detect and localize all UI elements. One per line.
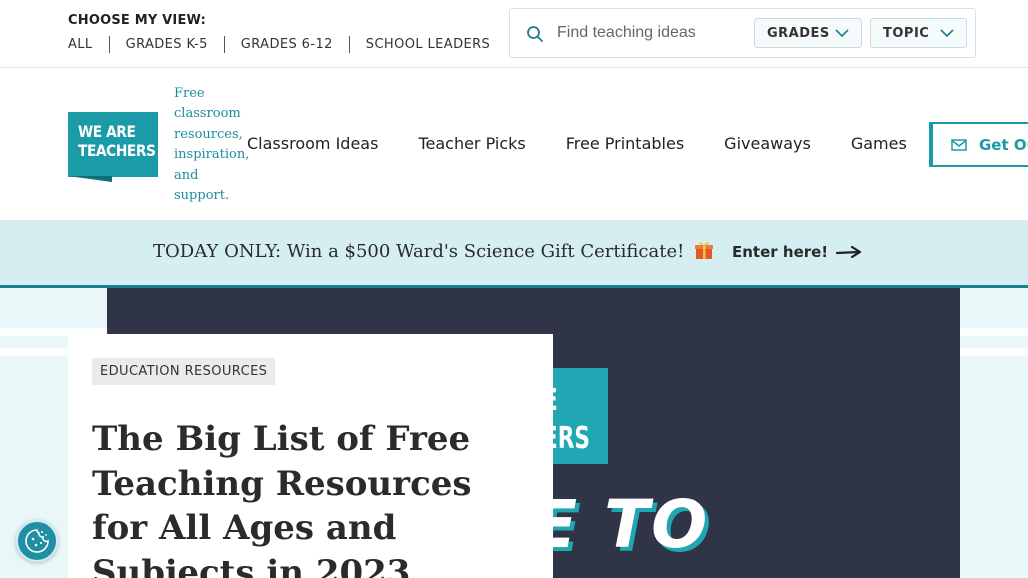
nav-item-games[interactable]: Games xyxy=(851,134,907,153)
logo-text: WE ARE TEACHERS xyxy=(78,122,156,160)
utility-bar: CHOOSE MY VIEW: ALL GRADES K-5 GRADES 6-… xyxy=(0,0,1028,68)
view-option-all[interactable]: ALL xyxy=(68,37,93,52)
grades-dropdown-label: GRADES xyxy=(767,25,830,41)
nav-item-teacher-picks[interactable]: Teacher Picks xyxy=(418,134,525,153)
nav-item-giveaways[interactable]: Giveaways xyxy=(724,134,811,153)
cookie-settings-button[interactable] xyxy=(16,520,58,562)
promo-banner: TODAY ONLY: Win a $500 Ward's Science Gi… xyxy=(0,221,1028,285)
article-title: The Big List of Free Teaching Resources … xyxy=(92,419,472,578)
divider xyxy=(223,36,225,53)
arrow-right-icon xyxy=(836,245,862,259)
nav-item-classroom-ideas[interactable]: Classroom Ideas xyxy=(247,134,378,153)
envelope-icon xyxy=(951,138,967,151)
chevron-down-icon xyxy=(940,29,954,38)
divider xyxy=(108,36,110,53)
view-option-school-leaders[interactable]: SCHOOL LEADERS xyxy=(366,37,490,52)
view-selector-label: CHOOSE MY VIEW: xyxy=(68,13,207,28)
search-input[interactable] xyxy=(557,20,747,46)
promo-enter-label: Enter here! xyxy=(732,243,829,261)
topic-dropdown[interactable]: TOPIC xyxy=(870,18,967,48)
grades-dropdown[interactable]: GRADES xyxy=(754,18,862,48)
hero-headline-graphic: E TO xyxy=(532,486,710,563)
chevron-down-icon xyxy=(835,29,849,38)
promo-text: TODAY ONLY: Win a $500 Ward's Science Gi… xyxy=(153,240,714,262)
view-selector: ALL GRADES K-5 GRADES 6-12 SCHOOL LEADER… xyxy=(68,36,490,53)
primary-nav-links: Classroom Ideas Teacher Picks Free Print… xyxy=(247,134,947,153)
main-navigation: WE ARE TEACHERS Free classroom resources… xyxy=(0,68,1028,221)
search-bar: GRADES TOPIC xyxy=(509,8,976,58)
topic-dropdown-label: TOPIC xyxy=(883,25,930,41)
gift-icon xyxy=(695,242,714,259)
nav-item-free-printables[interactable]: Free Printables xyxy=(566,134,684,153)
site-logo[interactable]: WE ARE TEACHERS xyxy=(68,112,158,177)
promo-enter-link[interactable]: Enter here! xyxy=(732,243,862,261)
site-tagline: Free classroom resources, inspiration, a… xyxy=(174,86,250,204)
view-option-grades-6-12[interactable]: GRADES 6-12 xyxy=(241,37,333,52)
cookie-icon xyxy=(25,529,49,553)
article-category-tag[interactable]: EDUCATION RESOURCES xyxy=(92,358,276,385)
newsletter-signup-label: Get Ou xyxy=(979,135,1028,154)
divider xyxy=(348,36,350,53)
view-option-grades-k5[interactable]: GRADES K-5 xyxy=(126,37,208,52)
logo-swoosh xyxy=(68,176,112,182)
search-icon[interactable] xyxy=(526,25,544,43)
newsletter-signup-button[interactable]: Get Ou xyxy=(929,122,1028,167)
article-card: EDUCATION RESOURCES The Big List of Free… xyxy=(68,334,553,578)
